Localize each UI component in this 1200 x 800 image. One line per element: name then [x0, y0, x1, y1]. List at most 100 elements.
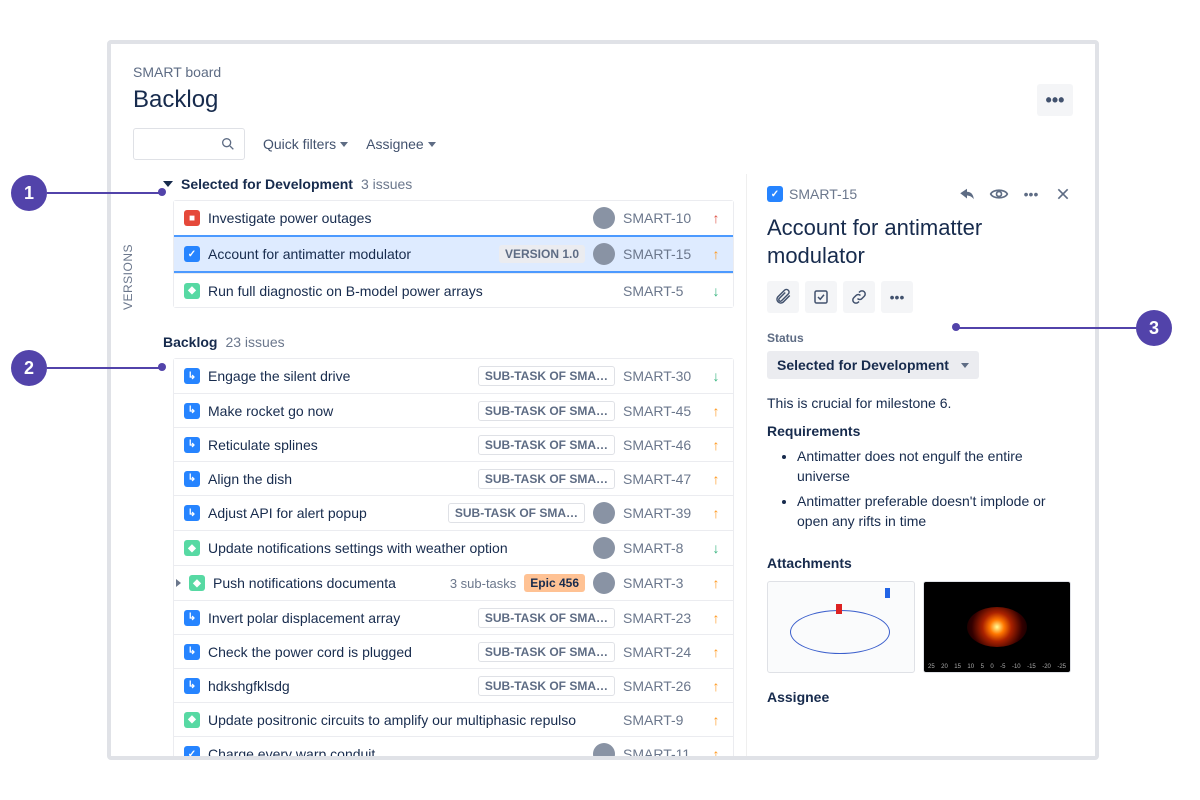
issue-type-icon: ◆: [184, 283, 200, 299]
issue-row[interactable]: ↳ Make rocket go now SUB-TASK OF SMA… SMART…: [174, 393, 733, 427]
subtask-parent-tag[interactable]: SUB-TASK OF SMA…: [478, 469, 615, 489]
breadcrumb[interactable]: SMART board: [133, 64, 1095, 80]
issue-type-icon: ↳: [184, 437, 200, 453]
issue-detail-panel: ✓ SMART-15 ••• Account for antimatter mo…: [747, 174, 1095, 760]
assignee-avatar[interactable]: [593, 743, 615, 760]
subtask-parent-tag[interactable]: SUB-TASK OF SMA…: [478, 401, 615, 421]
dev-issue-list: ■Investigate power outagesSMART-10↑✓Acco…: [173, 200, 734, 308]
issue-key[interactable]: SMART-26: [623, 678, 701, 694]
issue-row[interactable]: ✓Charge every warp conduitSMART-11↑: [174, 736, 733, 760]
attachment-thumbnail[interactable]: 2520151050-5-10-15-20-25: [923, 581, 1071, 673]
feedback-icon[interactable]: [955, 182, 979, 206]
issue-type-icon: ↳: [184, 644, 200, 660]
detail-issue-key[interactable]: ✓ SMART-15: [767, 186, 857, 202]
issue-type-icon: ✓: [184, 746, 200, 760]
subtask-parent-tag[interactable]: SUB-TASK OF SMA…: [448, 503, 585, 523]
priority-icon: ↑: [709, 471, 723, 487]
issue-type-icon: ↳: [184, 471, 200, 487]
issue-row[interactable]: ↳Engage the silent driveSUB-TASK OF SMA……: [174, 359, 733, 393]
more-actions-icon[interactable]: •••: [1019, 182, 1043, 206]
subtask-parent-tag[interactable]: SUB-TASK OF SMA…: [478, 608, 615, 628]
issue-summary: Investigate power outages: [208, 210, 585, 226]
callout-1: 1: [11, 175, 47, 211]
search-input[interactable]: [133, 128, 245, 160]
link-button[interactable]: [843, 281, 875, 313]
issue-row[interactable]: ✓Account for antimatter modulatorVERSION…: [174, 235, 733, 273]
detail-title: Account for antimatter modulator: [767, 214, 1075, 269]
assignee-avatar[interactable]: [593, 207, 615, 229]
issue-type-icon: ↳: [184, 403, 200, 419]
issue-summary: hdkshgfklsdg: [208, 678, 470, 694]
status-dropdown[interactable]: Selected for Development: [767, 351, 979, 379]
issue-summary: Reticulate splines: [208, 437, 470, 453]
subtask-count: 3 sub-tasks: [450, 576, 516, 591]
issue-key[interactable]: SMART-3: [623, 575, 701, 591]
priority-icon: ↓: [709, 283, 723, 299]
priority-icon: ↓: [709, 368, 723, 384]
section-selected-for-development[interactable]: Selected for Development 3 issues: [163, 176, 734, 192]
issue-summary: Run full diagnostic on B-model power arr…: [208, 283, 615, 299]
subtask-parent-tag[interactable]: SUB-TASK OF SMA…: [478, 366, 615, 386]
issue-key[interactable]: SMART-5: [623, 283, 701, 299]
issue-row[interactable]: ↳ Reticulate splines SUB-TASK OF SMA… SMART…: [174, 427, 733, 461]
page-title: Backlog: [133, 86, 218, 114]
issue-row[interactable]: ↳Invert polar displacement arraySUB-TASK…: [174, 600, 733, 634]
issue-row[interactable]: ◆Update positronic circuits to amplify o…: [174, 702, 733, 736]
attachment-thumbnail[interactable]: [767, 581, 915, 673]
assignee-avatar[interactable]: [593, 502, 615, 524]
assignee-avatar[interactable]: [593, 537, 615, 559]
requirement-item: Antimatter does not engulf the entire un…: [797, 447, 1075, 486]
issue-row[interactable]: ↳hdkshgfklsdgSUB-TASK OF SMA…SMART-26↑: [174, 668, 733, 702]
backlog-issue-list: ↳Engage the silent driveSUB-TASK OF SMA……: [173, 358, 734, 760]
issue-key[interactable]: SMART-39: [623, 505, 701, 521]
issue-row[interactable]: ↳Adjust API for alert popupSUB-TASK OF S…: [174, 495, 733, 530]
attach-button[interactable]: [767, 281, 799, 313]
section-backlog[interactable]: Backlog 23 issues: [163, 334, 734, 350]
issue-key[interactable]: SMART-9: [623, 712, 701, 728]
assignee-dropdown[interactable]: Assignee: [366, 136, 436, 152]
issue-summary: Adjust API for alert popup: [208, 505, 440, 521]
epic-tag[interactable]: Epic 456: [524, 574, 585, 592]
subtask-parent-tag[interactable]: SUB-TASK OF SMA…: [478, 435, 615, 455]
issue-key[interactable]: SMART-11: [623, 746, 701, 760]
issue-type-icon: ↳: [184, 368, 200, 384]
versions-panel-tab[interactable]: VERSIONS: [121, 244, 135, 310]
subtask-parent-tag[interactable]: SUB-TASK OF SMA…: [478, 642, 615, 662]
version-tag[interactable]: VERSION 1.0: [499, 245, 585, 263]
issue-type-icon: ◆: [189, 575, 205, 591]
add-checklist-button[interactable]: [805, 281, 837, 313]
quick-filters-dropdown[interactable]: Quick filters: [263, 136, 348, 152]
issue-key[interactable]: SMART-24: [623, 644, 701, 660]
issue-row[interactable]: ■Investigate power outagesSMART-10↑: [174, 201, 733, 235]
issue-key[interactable]: SMART-23: [623, 610, 701, 626]
issue-key[interactable]: SMART-15: [623, 246, 701, 262]
issue-type-icon: ■: [184, 210, 200, 226]
priority-icon: ↑: [709, 644, 723, 660]
expand-icon[interactable]: [176, 579, 181, 587]
chevron-down-icon: [163, 181, 173, 187]
more-actions-button[interactable]: •••: [1037, 84, 1073, 116]
watch-icon[interactable]: [987, 182, 1011, 206]
issue-summary: Charge every warp conduit: [208, 746, 585, 760]
more-actions-button[interactable]: •••: [881, 281, 913, 313]
issue-key[interactable]: SMART-45: [623, 403, 701, 419]
priority-icon: ↓: [709, 540, 723, 556]
issue-row[interactable]: ◆Push notifications documenta3 sub-tasks…: [174, 565, 733, 600]
issue-summary: Make rocket go now: [208, 403, 470, 419]
issue-key[interactable]: SMART-8: [623, 540, 701, 556]
assignee-avatar[interactable]: [593, 572, 615, 594]
issue-row[interactable]: ◆ Run full diagnostic on B-model power ar…: [174, 273, 733, 307]
task-icon: ✓: [767, 186, 783, 202]
close-icon[interactable]: [1051, 182, 1075, 206]
issue-row[interactable]: ↳Align the dishSUB-TASK OF SMA…SMART-47↑: [174, 461, 733, 495]
subtask-parent-tag[interactable]: SUB-TASK OF SMA…: [478, 676, 615, 696]
issue-key[interactable]: SMART-47: [623, 471, 701, 487]
issue-key[interactable]: SMART-46: [623, 437, 701, 453]
issue-row[interactable]: ◆Update notifications settings with weat…: [174, 530, 733, 565]
issue-row[interactable]: ↳Check the power cord is pluggedSUB-TASK…: [174, 634, 733, 668]
priority-icon: ↑: [709, 575, 723, 591]
issue-key[interactable]: SMART-10: [623, 210, 701, 226]
assignee-avatar[interactable]: [593, 243, 615, 265]
issue-key[interactable]: SMART-30: [623, 368, 701, 384]
issue-summary: Invert polar displacement array: [208, 610, 470, 626]
